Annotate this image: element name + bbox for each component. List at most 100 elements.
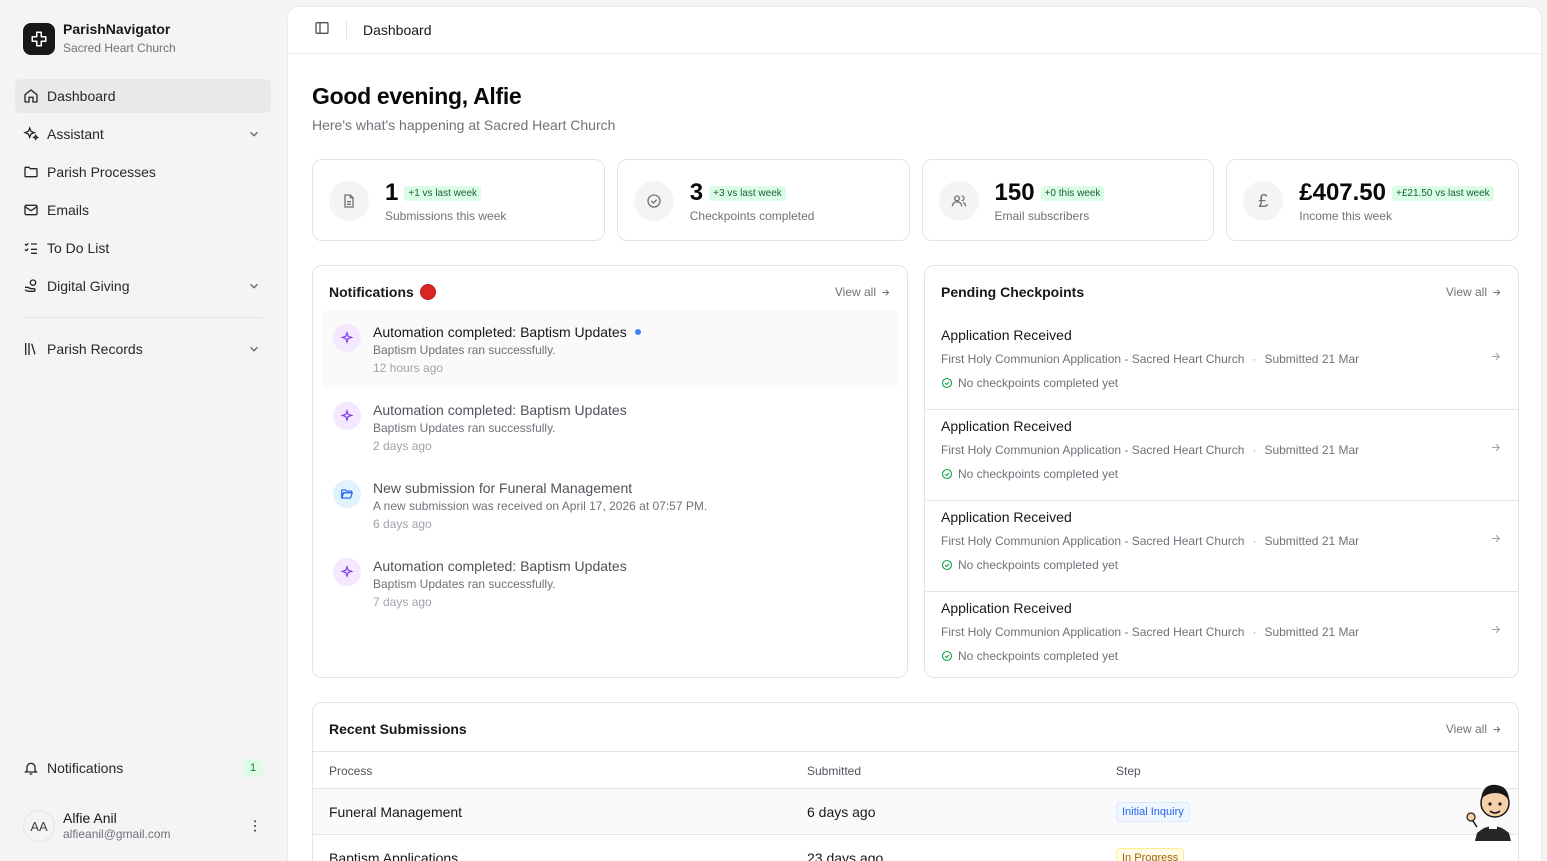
stat-delta-badge: +1 vs last week [404,185,482,201]
sparkle-icon [333,558,361,586]
sidebar-item-assistant[interactable]: Assistant [15,117,271,151]
page-title: Good evening, Alfie [312,83,522,109]
sidebar-item-parish-processes[interactable]: Parish Processes [15,155,271,189]
sidebar-notifications-label: Notifications [47,760,124,776]
stat-label: Checkpoints completed [689,209,815,223]
pending-checkpoints-card: Pending Checkpoints View all Application… [924,265,1519,678]
checkpoints-view-all-link[interactable]: View all [1446,285,1502,299]
table-row[interactable]: Funeral Management 6 days ago Initial In… [313,789,1518,835]
main-panel: Dashboard Good evening, Alfie Here's wha… [287,6,1542,861]
checkpoint-item[interactable]: Application Received First Holy Communio… [925,319,1518,410]
breadcrumb: Dashboard [363,22,432,38]
checkpoints-title: Pending Checkpoints [941,284,1085,300]
view-all-label: View all [834,285,876,299]
row-submitted: 6 days ago [807,804,876,820]
chevron-down-icon [247,279,261,296]
notification-item[interactable]: Automation completed: Baptism Updates Ba… [321,388,899,466]
checkpoint-title: Application Received [941,600,1072,616]
checkpoint-submitted: Submitted 21 Mar [1264,443,1360,457]
assistant-mascot-icon[interactable] [1465,775,1521,841]
notification-item[interactable]: Automation completed: Baptism Updates Ba… [321,310,899,388]
checkpoint-status: No checkpoints completed yet [958,376,1119,390]
folder-open-icon [333,480,361,508]
more-vertical-icon[interactable] [247,818,263,839]
sparkle-icon [333,324,361,352]
notifications-view-all-link[interactable]: View all [835,285,891,299]
notification-body: Baptism Updates ran successfully. [373,577,556,591]
sidebar-item-label: Digital Giving [47,278,130,294]
stat-card-income[interactable]: £ £407.50 +£21.50 vs last week Income thi… [1226,159,1519,241]
check-circle-icon [633,181,674,221]
notification-title: New submission for Funeral Management [373,480,633,496]
notification-time: 7 days ago [373,595,432,609]
column-header-process[interactable]: Process [329,764,372,778]
user-profile[interactable]: AA Alfie Anil alfieanil@gmail.com [23,809,271,843]
users-icon [938,181,979,221]
recent-view-all-link[interactable]: View all [1446,722,1502,736]
stat-label: Email subscribers [994,209,1090,223]
sidebar-toggle-icon[interactable] [314,20,330,41]
row-process: Funeral Management [329,804,463,820]
sparkles-icon [23,126,39,142]
brand-logo-icon [23,22,55,55]
stat-label: Submissions this week [385,209,507,223]
notifications-title: Notifications [329,284,414,300]
recent-submissions-title: Recent Submissions [329,721,467,737]
sidebar-item-dashboard[interactable]: Dashboard [15,79,271,113]
meta-separator: · [1252,352,1257,366]
checkpoint-title: Application Received [941,327,1072,343]
notification-title: Automation completed: Baptism Updates [373,324,627,340]
sidebar-nav: Dashboard Assistant Parish Processes Ema… [15,79,271,370]
checkpoint-status: No checkpoints completed yet [958,467,1119,481]
column-header-step[interactable]: Step [1116,764,1141,778]
notification-body: Baptism Updates ran successfully. [373,343,556,357]
checkpoint-item[interactable]: Application Received First Holy Communio… [925,410,1518,501]
check-circle-icon [941,468,953,480]
notification-item[interactable]: New submission for Funeral Management A … [321,466,899,544]
notifications-card: Notifications View all Automation comple… [312,265,908,678]
page-subtitle: Here's what's happening at Sacred Heart … [312,117,616,133]
check-circle-icon [941,650,953,662]
stat-value: £407.50 [1299,179,1387,206]
checkpoint-item[interactable]: Application Received First Holy Communio… [925,592,1518,677]
user-email: alfieanil@gmail.com [63,827,171,841]
table-row[interactable]: Baptism Applications 23 days ago In Prog… [313,835,1518,861]
sidebar-item-label: Assistant [47,126,104,142]
user-name: Alfie Anil [63,810,117,826]
stat-value: 1 [385,179,399,206]
topbar-divider [346,21,347,39]
stat-label: Income this week [1299,209,1392,223]
view-all-label: View all [1445,285,1487,299]
avatar: AA [23,810,55,842]
arrow-right-icon[interactable] [1489,623,1502,641]
checkpoint-submitted: Submitted 21 Mar [1264,625,1360,639]
arrow-right-icon [1493,288,1501,296]
folder-icon [23,164,39,180]
chevron-down-icon [247,127,261,144]
checkpoint-item[interactable]: Application Received First Holy Communio… [925,501,1518,592]
stat-card-checkpoints[interactable]: 3 +3 vs last week Checkpoints completed [616,159,910,241]
arrow-right-icon[interactable] [1489,441,1502,459]
sidebar-notifications[interactable]: Notifications 1 [15,751,271,785]
checkpoint-submitted: Submitted 21 Mar [1264,352,1360,366]
topbar: Dashboard [288,7,1541,54]
unread-dot [634,329,641,335]
sidebar-item-label: To Do List [47,240,110,256]
arrow-right-icon[interactable] [1489,532,1502,550]
stat-card-subscribers[interactable]: 150 +0 this week Email subscribers [921,159,1215,241]
checkpoint-process: First Holy Communion Application - Sacre… [941,352,1245,366]
home-icon [23,88,39,104]
checkpoint-submitted: Submitted 21 Mar [1264,534,1360,548]
sidebar-item-to-do-list[interactable]: To Do List [15,231,271,265]
sidebar-item-emails[interactable]: Emails [15,193,271,227]
stats-row: 1 +1 vs last week Submissions this week 3… [312,159,1519,241]
stat-card-submissions[interactable]: 1 +1 vs last week Submissions this week [312,159,605,241]
notification-title: Automation completed: Baptism Updates [373,402,627,418]
arrow-right-icon[interactable] [1489,350,1502,368]
brand[interactable]: ParishNavigator Sacred Heart Church [23,21,176,56]
notification-item[interactable]: Automation completed: Baptism Updates Ba… [321,544,899,622]
sidebar-item-parish-records[interactable]: Parish Records [15,332,271,366]
checkpoint-process: First Holy Communion Application - Sacre… [941,443,1245,457]
sidebar-item-digital-giving[interactable]: Digital Giving [15,269,271,303]
column-header-submitted[interactable]: Submitted [807,764,861,778]
